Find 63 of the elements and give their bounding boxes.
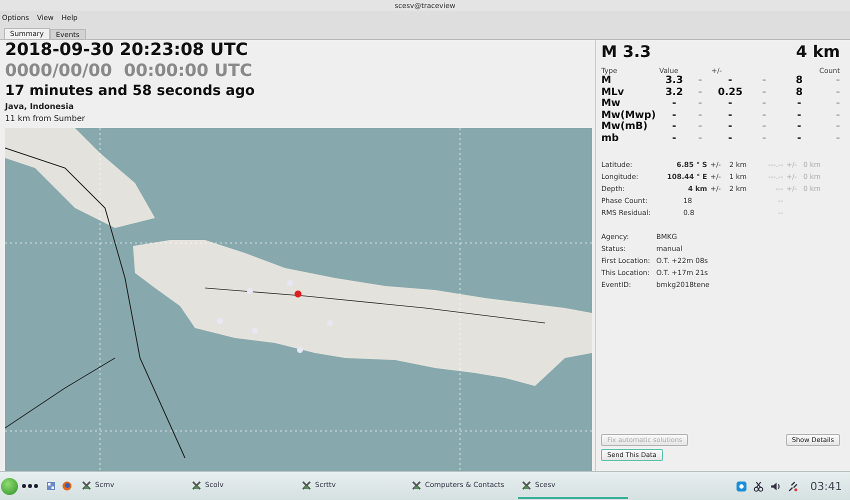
table-cell-text: - [834,75,840,86]
table-cell-text: 8 [794,75,804,86]
table-cell-text: 3.3 [664,75,684,86]
app-icon [412,480,421,490]
table-cell-text: M [601,75,612,86]
table-cell-text: - [671,98,678,110]
origin-time: 2018-09-30 20:23:08 UTC [5,40,250,61]
table-cell-text: - [727,75,734,86]
table-cell-text: - [761,110,768,121]
table-cell-text: - [697,86,704,98]
table-cell-text: - [796,98,802,110]
table-cell-text: - [697,110,704,121]
start-menu-icon[interactable] [1,478,18,494]
region-name: Java, Indonesia [5,101,75,113]
scissors-icon [753,480,764,492]
table-cell-text: - [761,86,768,98]
clock: 03:41 [810,480,842,492]
dots-icon[interactable] [22,484,38,488]
table-cell-text: 3.2 [664,86,684,98]
plug-icon [787,480,798,492]
magnitude-value: M 3.3 [601,41,652,63]
table-cell-text: - [671,132,678,144]
speaker-icon [770,480,782,492]
table-cell-text: - [796,110,802,121]
browser-icon [62,481,72,491]
table-cell-text: - [697,121,704,132]
table-cell-text: - [761,132,768,144]
app-icon [82,480,91,490]
depth-value: 4 km [796,41,840,63]
table-cell-text: MLv [601,86,626,98]
nearest-city: 11 km from Sumber [5,113,86,125]
table-cell-text: Mw(mB) [601,121,648,132]
table-cell-text: - [697,75,704,86]
table-cell-text: - [697,98,704,110]
table-cell-text: - [671,110,678,121]
table-cell-text: Mw(Mwp) [601,110,657,120]
table-cell-text: 0.25 [716,86,744,98]
table-cell-text: - [834,132,840,144]
table-cell-text: - [727,121,734,132]
table-cell-text: - [727,98,734,110]
table-cell-text: - [761,121,768,132]
table-cell-text: - [834,86,840,98]
secondary-time: 0000/00/00 00:00:00 UTC [5,61,254,82]
window-grid-icon [46,481,56,491]
app-icon [192,480,201,490]
table-cell-text: - [697,132,704,144]
app-icon [302,480,311,490]
table-cell-text: - [727,110,734,121]
table-cell-text: Mw [601,98,622,110]
app-icon [522,480,531,490]
table-cell-text: mb [601,132,620,144]
table-cell-text: - [761,75,768,86]
elapsed-time: 17 minutes and 58 seconds ago [5,82,256,101]
table-cell-text: - [796,132,802,144]
table-cell-text: - [834,110,840,121]
table-cell-text: - [834,121,840,132]
table-cell-text: - [727,132,734,144]
table-cell-text: - [796,121,802,132]
chat-app-icon [736,480,748,492]
table-cell-text: - [761,98,768,110]
table-cell-text: - [671,121,678,132]
table-cell-text: - [834,98,840,110]
table-cell-text: 8 [794,86,804,98]
